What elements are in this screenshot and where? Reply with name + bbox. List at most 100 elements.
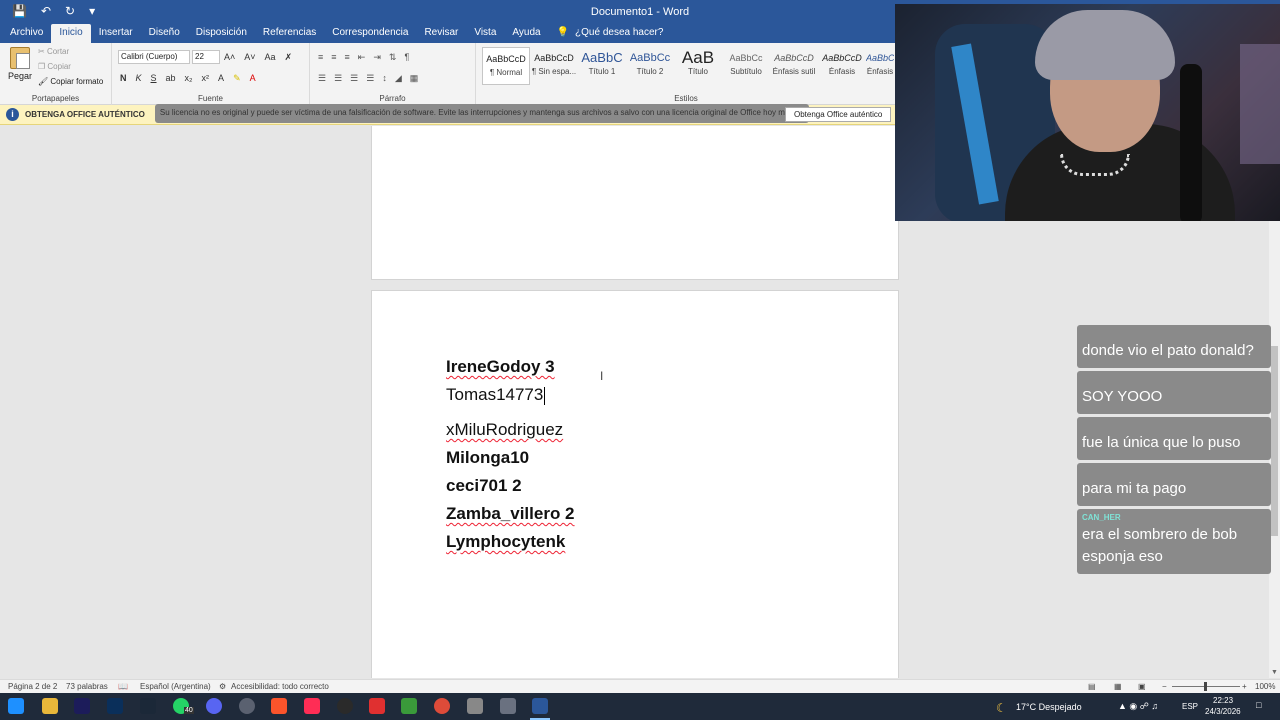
tab-disposicion[interactable]: Disposición [188,24,255,43]
discord-icon[interactable] [206,698,222,714]
document-line[interactable]: Tomas14773 [446,381,575,409]
word-count[interactable]: 73 palabras [66,682,108,691]
tab-revisar[interactable]: Revisar [416,24,466,43]
document-line[interactable]: IreneGodoy 3 [446,353,575,381]
zoom-level[interactable]: 100% [1255,682,1275,691]
increase-indent-icon[interactable]: ⇥ [373,52,381,63]
tab-archivo[interactable]: Archivo [2,24,51,43]
document-body[interactable]: IreneGodoy 3 Tomas14773 xMiluRodriguez M… [446,353,575,556]
clear-format-icon[interactable]: ✗ [285,52,293,63]
font-color-icon[interactable]: A [250,73,256,84]
format-painter-button[interactable]: 🖌 Copiar formato [38,77,103,86]
scroll-thumb[interactable] [1271,346,1278,536]
proofing-icon[interactable]: 📖 [118,682,128,691]
language-indicator[interactable]: Español (Argentina) [140,682,211,691]
style-normal[interactable]: AaBbCcD ¶ Normal [482,47,530,85]
tiktok-icon[interactable] [304,698,320,714]
weather-icon[interactable]: ☾ [996,701,1007,715]
document-line[interactable]: Lymphocytenk [446,528,575,556]
read-mode-icon[interactable]: ▤ [1088,682,1096,691]
style-heading-2[interactable]: AaBbCc Título 2 [626,47,674,85]
tell-me-search[interactable]: 💡 ¿Qué desea hacer? [549,24,672,43]
sort-icon[interactable]: ⇅ [389,52,397,63]
justify-icon[interactable]: ☰ [366,73,374,84]
text-effects-icon[interactable]: A [218,73,224,84]
obs-icon[interactable] [337,698,353,714]
align-right-icon[interactable]: ☰ [350,73,358,84]
clock-date[interactable]: 24/3/2026 [1205,707,1241,716]
style-subtle-emphasis[interactable]: AaBbCcD Énfasis sutil [770,47,818,85]
tab-referencias[interactable]: Referencias [255,24,324,43]
tab-correspondencia[interactable]: Correspondencia [324,24,416,43]
style-intense-emphasis[interactable]: AaBbCc Énfasis [866,47,894,85]
decrease-indent-icon[interactable]: ⇤ [358,52,366,63]
style-heading-1[interactable]: AaBbC Título 1 [578,47,626,85]
get-genuine-office-button[interactable]: Obtenga Office auténtico [785,107,892,122]
weather-text[interactable]: 17°C Despejado [1016,702,1082,712]
tray-icons[interactable]: ▲ ◉ ☍ ♫ [1118,701,1158,712]
zoom-in-icon[interactable]: + [1242,682,1247,691]
bold-button[interactable]: N [120,73,127,84]
show-marks-icon[interactable]: ¶ [404,52,409,63]
app-icon[interactable] [239,698,255,714]
style-emphasis[interactable]: AaBbCcD Énfasis [818,47,866,85]
document-line[interactable]: Zamba_villero 2 [446,500,575,528]
page-count[interactable]: Página 2 de 2 [8,682,57,691]
grow-font-icon[interactable]: A˄ [224,52,235,63]
zoom-out-icon[interactable]: − [1162,682,1167,691]
photoshop-icon[interactable] [107,698,123,714]
clock-time[interactable]: 22:23 [1213,696,1233,705]
settings-icon[interactable] [467,698,483,714]
tab-insertar[interactable]: Insertar [91,24,141,43]
tab-ayuda[interactable]: Ayuda [504,24,548,43]
notifications-icon[interactable]: □ [1256,700,1261,710]
web-layout-icon[interactable]: ▣ [1138,682,1146,691]
document-line[interactable]: Milonga10 [446,444,575,472]
copy-button[interactable]: ❐ Copiar [38,62,71,71]
streaming-app-icon[interactable] [369,698,385,714]
strikethrough-icon[interactable]: ab [166,73,176,84]
paste-button[interactable]: Pegar [8,47,32,81]
tab-inicio[interactable]: Inicio [51,24,91,43]
utility-icon[interactable] [500,698,516,714]
word-icon[interactable] [532,698,548,714]
accessibility-status[interactable]: Accesibilidad: todo correcto [231,682,329,691]
bullets-icon[interactable]: ≡ [318,52,323,63]
style-subtitle[interactable]: AaBbCc Subtítulo [722,47,770,85]
tab-vista[interactable]: Vista [466,24,504,43]
steam-icon[interactable] [140,698,156,714]
line-spacing-icon[interactable]: ↕ [382,73,387,84]
chrome-icon[interactable] [434,698,450,714]
highlight-icon[interactable]: ✎ [233,73,241,84]
multilevel-list-icon[interactable]: ≡ [345,52,350,63]
underline-button[interactable]: S [151,73,157,84]
game-icon[interactable] [401,698,417,714]
zoom-slider[interactable] [1172,682,1240,691]
change-case-icon[interactable]: Aa [265,52,276,63]
style-no-spacing[interactable]: AaBbCcD ¶ Sin espa... [530,47,578,85]
italic-button[interactable]: K [136,73,142,84]
print-layout-icon[interactable]: ▦ [1114,682,1122,691]
file-explorer-icon[interactable] [42,698,58,714]
tab-diseno[interactable]: Diseño [141,24,188,43]
premiere-icon[interactable] [74,698,90,714]
style-title[interactable]: AaB Título [674,47,722,85]
document-page-2[interactable]: IreneGodoy 3 Tomas14773 xMiluRodriguez M… [371,290,899,678]
font-size-dropdown[interactable]: 22 [192,50,220,64]
superscript-icon[interactable]: x² [202,73,210,84]
numbering-icon[interactable]: ≡ [331,52,336,63]
cut-button[interactable]: ✂ Cortar [38,47,69,56]
subscript-icon[interactable]: x₂ [185,73,193,84]
brave-icon[interactable] [271,698,287,714]
shading-icon[interactable]: ◢ [395,73,402,84]
document-line[interactable]: xMiluRodriguez [446,416,575,444]
windows-start-icon[interactable] [8,698,24,714]
keyboard-language[interactable]: ESP [1182,702,1198,711]
font-name-dropdown[interactable]: Calibri (Cuerpo) [118,50,190,64]
shrink-font-icon[interactable]: A˅ [244,52,255,63]
document-line[interactable]: ceci701 2 [446,472,575,500]
align-left-icon[interactable]: ☰ [318,73,326,84]
scroll-down-icon[interactable]: ▼ [1271,669,1278,676]
document-page-1[interactable] [371,126,899,280]
borders-icon[interactable]: ▦ [410,73,419,84]
